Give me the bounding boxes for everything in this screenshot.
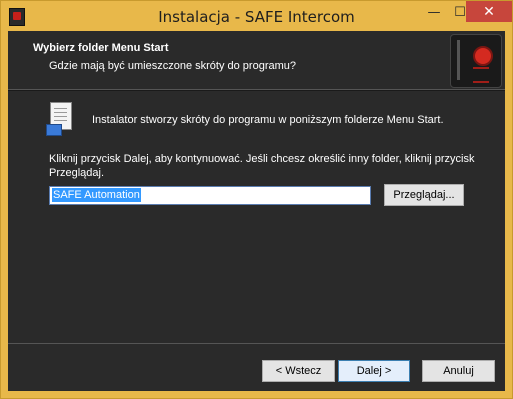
- folder-input-value: SAFE Automation: [52, 188, 141, 202]
- start-menu-folder-icon: [46, 102, 76, 136]
- installer-window: Instalacja - SAFE Intercom — ☐ ✕ Wybierz…: [0, 0, 513, 399]
- header-divider: [8, 90, 505, 91]
- close-button[interactable]: ✕: [466, 1, 512, 22]
- page-subtitle: Gdzie mają być umieszczone skróty do pro…: [49, 60, 296, 72]
- intercom-logo-icon: [450, 34, 502, 88]
- minimize-button[interactable]: —: [421, 2, 447, 22]
- info-text: Instalator stworzy skróty do programu w …: [92, 114, 444, 126]
- title-bar[interactable]: Instalacja - SAFE Intercom — ☐ ✕: [1, 1, 512, 31]
- cancel-button[interactable]: Anuluj: [422, 360, 495, 382]
- wizard-content: Wybierz folder Menu Start Gdzie mają być…: [8, 31, 505, 391]
- page-title: Wybierz folder Menu Start: [33, 42, 169, 54]
- browse-button[interactable]: Przeglądaj...: [384, 184, 464, 206]
- start-menu-folder-input[interactable]: SAFE Automation: [49, 186, 371, 205]
- back-button[interactable]: < Wstecz: [262, 360, 335, 382]
- footer-divider: [8, 343, 505, 344]
- next-button[interactable]: Dalej >: [338, 360, 410, 382]
- wizard-header: Wybierz folder Menu Start Gdzie mają być…: [8, 31, 505, 90]
- instructions-text: Kliknij przycisk Dalej, aby kontynuować.…: [49, 153, 475, 179]
